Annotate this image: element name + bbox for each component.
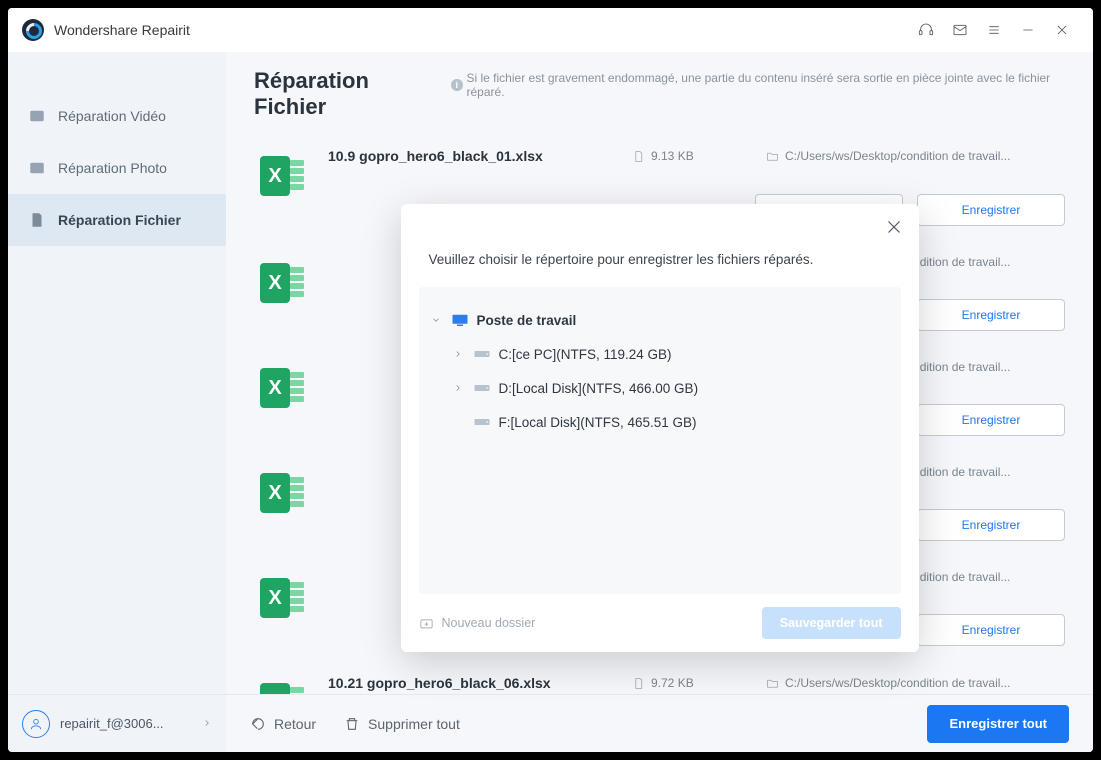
- sidebar-item-label: Réparation Vidéo: [58, 108, 166, 124]
- file-row: X 10.21 gopro_hero6_black_06.xlsx 9.72 KB…: [248, 659, 1071, 694]
- modal-close-button[interactable]: [883, 216, 905, 238]
- save-button[interactable]: Enregistrer: [917, 194, 1065, 226]
- new-folder-button[interactable]: Nouveau dossier: [419, 616, 536, 631]
- disk-icon: [473, 415, 491, 429]
- svg-text:X: X: [268, 272, 282, 294]
- app-title: Wondershare Repairit: [54, 22, 190, 38]
- sidebar-item-file[interactable]: Réparation Fichier: [8, 194, 226, 246]
- bottom-toolbar: Retour Supprimer tout Enregistrer tout: [226, 694, 1093, 752]
- main-content: Réparation Fichier i Si le fichier est g…: [226, 52, 1093, 752]
- tree-drive[interactable]: D:[Local Disk](NTFS, 466.00 GB): [429, 371, 891, 405]
- chevron-right-icon: [202, 715, 212, 733]
- modal-prompt: Veuillez choisir le répertoire pour enre…: [401, 204, 919, 287]
- sidebar-item-video[interactable]: Réparation Vidéo: [8, 90, 226, 142]
- new-folder-label: Nouveau dossier: [442, 616, 536, 630]
- save-button[interactable]: Enregistrer: [917, 509, 1065, 541]
- excel-file-icon: X: [254, 360, 310, 416]
- directory-modal: Veuillez choisir le répertoire pour enre…: [401, 204, 919, 652]
- close-button[interactable]: [1045, 13, 1079, 47]
- file-path: C:/Users/ws/Desktop/condition de travail…: [766, 676, 1065, 690]
- save-all-button[interactable]: Enregistrer tout: [927, 705, 1069, 743]
- chevron-right-icon[interactable]: [451, 349, 465, 359]
- disk-icon: [473, 347, 491, 361]
- page-header: Réparation Fichier i Si le fichier est g…: [226, 52, 1093, 132]
- svg-text:X: X: [268, 377, 282, 399]
- excel-file-icon: X: [254, 570, 310, 626]
- file-path: C:/Users/ws/Desktop/condition de travail…: [766, 149, 1065, 163]
- account-bar[interactable]: repairit_f@3006...: [8, 694, 226, 752]
- back-label: Retour: [274, 716, 316, 732]
- excel-file-icon: X: [254, 255, 310, 311]
- photo-repair-icon: [28, 159, 46, 177]
- excel-file-icon: X: [254, 675, 310, 694]
- svg-text:X: X: [268, 587, 282, 609]
- chevron-down-icon[interactable]: [429, 315, 443, 325]
- tree-drive-label: D:[Local Disk](NTFS, 466.00 GB): [499, 381, 699, 396]
- tree-drive[interactable]: C:[ce PC](NTFS, 119.24 GB): [429, 337, 891, 371]
- save-button[interactable]: Enregistrer: [917, 614, 1065, 646]
- tree-root[interactable]: Poste de travail: [429, 303, 891, 337]
- file-name: 10.9 gopro_hero6_black_01.xlsx: [328, 148, 608, 164]
- sidebar: Réparation Vidéo Réparation Photo Répara…: [8, 52, 226, 752]
- account-name: repairit_f@3006...: [60, 716, 192, 731]
- app-logo: [22, 19, 44, 41]
- back-button[interactable]: Retour: [250, 716, 316, 732]
- tree-drive[interactable]: F:[Local Disk](NTFS, 465.51 GB): [429, 405, 891, 439]
- svg-text:X: X: [268, 165, 282, 187]
- tree-root-label: Poste de travail: [477, 313, 577, 328]
- save-button[interactable]: Enregistrer: [917, 404, 1065, 436]
- minimize-button[interactable]: [1011, 13, 1045, 47]
- tree-drive-label: F:[Local Disk](NTFS, 465.51 GB): [499, 415, 697, 430]
- sidebar-item-photo[interactable]: Réparation Photo: [8, 142, 226, 194]
- chevron-right-icon[interactable]: [451, 383, 465, 393]
- info-icon: i: [451, 79, 462, 91]
- sidebar-item-label: Réparation Photo: [58, 160, 167, 176]
- delete-all-label: Supprimer tout: [368, 716, 460, 732]
- video-repair-icon: [28, 107, 46, 125]
- mail-icon[interactable]: [943, 13, 977, 47]
- svg-text:X: X: [268, 482, 282, 504]
- excel-file-icon: X: [254, 465, 310, 521]
- file-name: 10.21 gopro_hero6_black_06.xlsx: [328, 675, 608, 691]
- directory-tree[interactable]: Poste de travail C:[ce PC](NTFS, 119.24 G…: [419, 287, 901, 594]
- file-repair-icon: [28, 211, 46, 229]
- page-title: Réparation Fichier: [254, 68, 439, 120]
- file-size: 9.72 KB: [632, 676, 742, 690]
- computer-icon: [451, 313, 469, 327]
- titlebar: Wondershare Repairit: [8, 8, 1093, 52]
- modal-footer: Nouveau dossier Sauvegarder tout: [401, 594, 919, 652]
- sidebar-item-label: Réparation Fichier: [58, 212, 181, 228]
- save-all-modal-button[interactable]: Sauvegarder tout: [762, 607, 901, 639]
- page-hint: i Si le fichier est gravement endommagé,…: [451, 71, 1065, 99]
- disk-icon: [473, 381, 491, 395]
- delete-all-button[interactable]: Supprimer tout: [344, 716, 460, 732]
- save-button[interactable]: Enregistrer: [917, 299, 1065, 331]
- tree-drive-label: C:[ce PC](NTFS, 119.24 GB): [499, 347, 672, 362]
- excel-file-icon: X: [254, 148, 310, 204]
- menu-icon[interactable]: [977, 13, 1011, 47]
- support-icon[interactable]: [909, 13, 943, 47]
- avatar-icon: [22, 710, 50, 738]
- file-size: 9.13 KB: [632, 149, 742, 163]
